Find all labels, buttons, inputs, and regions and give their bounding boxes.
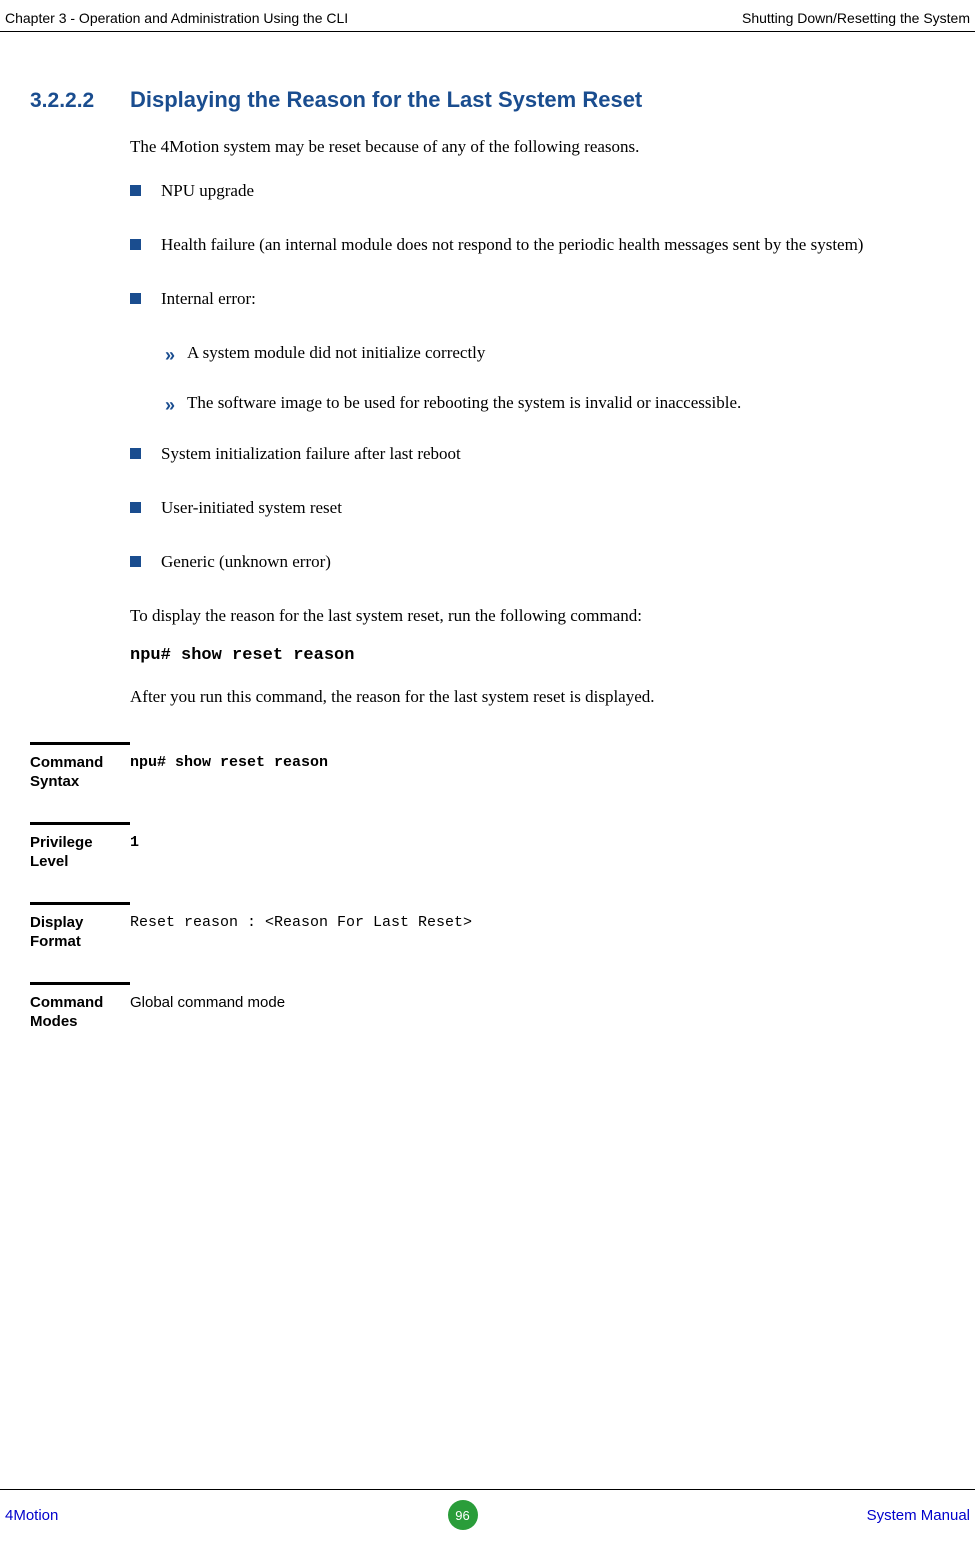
square-bullet-icon [130, 293, 141, 304]
bullet-text: User-initiated system reset [161, 494, 945, 523]
square-bullet-icon [130, 556, 141, 567]
command-code: npu# show reset reason [130, 646, 945, 665]
bullet-text: Generic (unknown error) [161, 548, 945, 577]
privilege-level-block: Privilege Level 1 [30, 822, 945, 872]
section-number: 3.2.2.2 [30, 89, 130, 113]
instruction-paragraph: To display the reason for the last syste… [130, 602, 945, 631]
info-value: Global command mode [130, 982, 285, 1013]
info-label: Display Format [30, 913, 130, 952]
intro-paragraph: The 4Motion system may be reset because … [130, 133, 945, 162]
footer-manual-name: System Manual [867, 1507, 970, 1524]
info-label: Command Syntax [30, 753, 130, 792]
main-content: 3.2.2.2 Displaying the Reason for the La… [0, 32, 975, 1032]
section-title: Displaying the Reason for the Last Syste… [130, 87, 642, 113]
command-syntax-block: Command Syntax npu# show reset reason [30, 742, 945, 792]
display-format-block: Display Format Reset reason : <Reason Fo… [30, 902, 945, 952]
section-header: 3.2.2.2 Displaying the Reason for the La… [30, 87, 945, 113]
square-bullet-icon [130, 448, 141, 459]
bullet-text: Internal error: [161, 285, 945, 314]
square-bullet-icon [130, 185, 141, 196]
footer-product-name: 4Motion [5, 1507, 58, 1524]
square-bullet-icon [130, 239, 141, 250]
result-paragraph: After you run this command, the reason f… [130, 683, 945, 712]
info-label-wrapper: Command Modes [30, 982, 130, 1032]
info-label-wrapper: Privilege Level [30, 822, 130, 872]
list-item: Generic (unknown error) [130, 548, 945, 577]
list-item: NPU upgrade [130, 177, 945, 206]
info-label: Command Modes [30, 993, 130, 1032]
header-left: Chapter 3 - Operation and Administration… [5, 10, 348, 26]
list-item: Internal error: [130, 285, 945, 314]
info-label: Privilege Level [30, 833, 130, 872]
page-header: Chapter 3 - Operation and Administration… [0, 0, 975, 32]
header-right: Shutting Down/Resetting the System [742, 10, 970, 26]
list-item: Health failure (an internal module does … [130, 231, 945, 260]
page-number: 96 [448, 1500, 478, 1530]
bullet-list: NPU upgrade Health failure (an internal … [130, 177, 945, 314]
info-label-wrapper: Command Syntax [30, 742, 130, 792]
list-item: User-initiated system reset [130, 494, 945, 523]
bullet-text: Health failure (an internal module does … [161, 231, 945, 260]
bullet-text: NPU upgrade [161, 177, 945, 206]
list-item: » A system module did not initialize cor… [165, 339, 945, 370]
sub-bullet-list: » A system module did not initialize cor… [165, 339, 945, 421]
sub-bullet-text: A system module did not initialize corre… [187, 339, 945, 366]
bullet-text: System initialization failure after last… [161, 440, 945, 469]
chevron-icon: » [165, 341, 172, 370]
info-value: 1 [130, 822, 139, 853]
info-value: Reset reason : <Reason For Last Reset> [130, 902, 472, 933]
square-bullet-icon [130, 502, 141, 513]
info-label-wrapper: Display Format [30, 902, 130, 952]
chevron-icon: » [165, 391, 172, 420]
command-modes-block: Command Modes Global command mode [30, 982, 945, 1032]
list-item: » The software image to be used for rebo… [165, 389, 945, 420]
info-value: npu# show reset reason [130, 742, 328, 773]
bullet-list-continued: System initialization failure after last… [130, 440, 945, 577]
sub-bullet-text: The software image to be used for reboot… [187, 389, 945, 416]
list-item: System initialization failure after last… [130, 440, 945, 469]
page-footer: 4Motion 96 System Manual [0, 1489, 975, 1545]
